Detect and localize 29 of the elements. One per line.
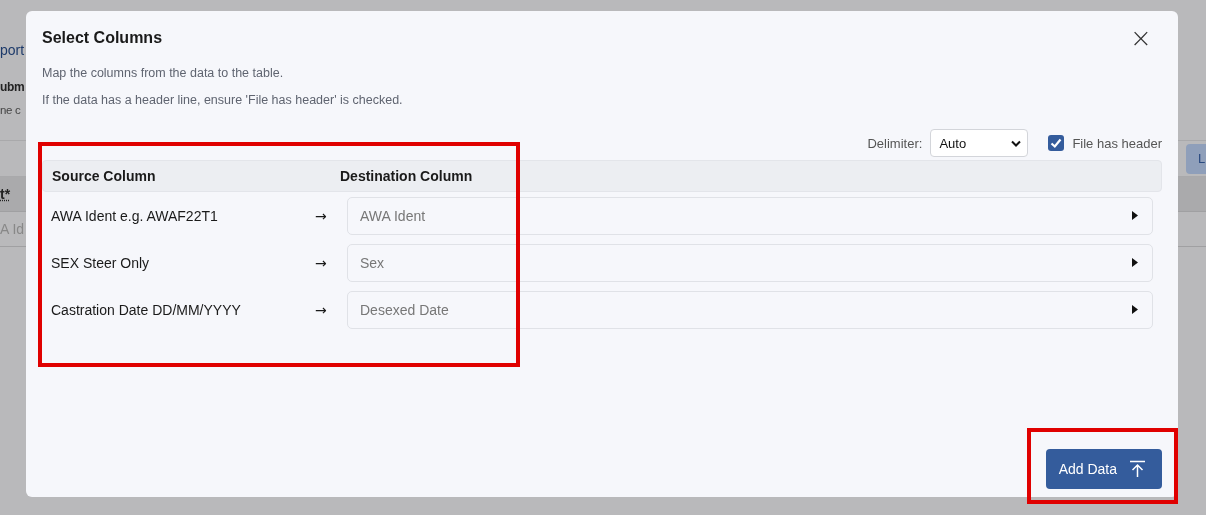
background-link-text[interactable]: port [0,42,25,58]
column-header: Source Column [51,168,157,184]
description-text: If the data has a header line, ensure 'File has header' is checked. [42,93,404,107]
caret-icon [1132,258,1138,267]
background-note-text: ne c [0,104,21,116]
column-header: Destination Column [340,168,473,184]
checkbox-label: File has header [1072,135,1162,151]
upload-icon [1129,460,1146,478]
destination-dropdown[interactable]: AWA Ident [347,196,1153,235]
caret-icon [1132,305,1138,314]
delimiter-label: Delimiter: [867,135,923,151]
description-text: Map the columns from the data to the table. [42,66,285,80]
dialog-title: Select Columns [42,29,163,47]
arrow-text: → [315,254,328,271]
chevron-down-icon [1011,139,1022,147]
background-heading-text: ubm [0,80,25,94]
caret-icon [1132,211,1138,220]
background-button[interactable]: L [1186,143,1206,174]
background-column-text: t* [0,186,11,202]
arrow-text: → [315,207,328,224]
header-checkbox[interactable] [1048,135,1065,151]
source-column-text: AWA Ident e.g. AWAF22T1 [50,207,219,224]
source-column-text: Castration Date DD/MM/YYYY [50,301,242,318]
arrow-text: → [315,301,328,318]
destination-dropdown[interactable]: Desexed Date [347,290,1153,329]
destination-dropdown[interactable]: Sex [347,243,1153,282]
delimiter-dropdown[interactable]: Auto [930,129,1029,157]
source-column-text: SEX Steer Only [50,254,151,271]
add-data-button[interactable]: Add Data [1045,449,1162,489]
